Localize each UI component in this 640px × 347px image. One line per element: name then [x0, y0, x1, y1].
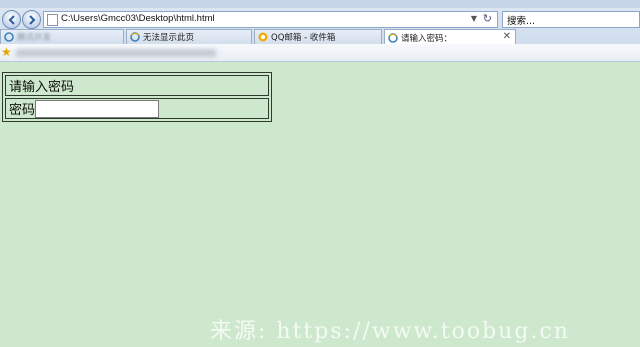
password-input[interactable]	[35, 99, 160, 118]
tab-3[interactable]: 请输入密码： ✕	[384, 29, 516, 45]
refresh-icon[interactable]: ↻	[483, 12, 492, 25]
table-row: 请输入密码	[5, 75, 269, 96]
search-box[interactable]: 搜索...	[502, 11, 640, 28]
forward-button[interactable]	[22, 10, 41, 29]
close-icon[interactable]: ✕	[503, 31, 511, 42]
tab-0[interactable]: 腾讯开发	[0, 29, 124, 44]
tab-2[interactable]: QQ邮箱 - 收件箱	[254, 29, 382, 44]
arrow-right-icon	[28, 14, 35, 25]
ie-icon	[130, 32, 140, 42]
watermark-text: 来源: https://www.toobug.cn	[210, 319, 570, 344]
tab-strip: 腾讯开发 无法显示此页 QQ邮箱 - 收件箱 请输入密码： ✕	[0, 29, 640, 45]
tab-1[interactable]: 无法显示此页	[126, 29, 252, 44]
back-button[interactable]	[2, 10, 21, 29]
favorites-star-icon[interactable]: ★	[1, 45, 12, 59]
favorites-bar: ★	[0, 44, 640, 62]
ie-icon	[388, 32, 398, 43]
page-icon	[47, 14, 58, 26]
table-row: 密码	[5, 98, 269, 119]
password-cell: 密码	[5, 98, 269, 119]
password-label: 密码	[9, 103, 36, 118]
tab-label: 腾讯开发	[17, 33, 52, 43]
address-bar[interactable]: C:\Users\Gmcc03\Desktop\html.html ▼ ↻	[43, 11, 498, 28]
tab-label: 请输入密码：	[401, 33, 453, 44]
search-placeholder: 搜索...	[507, 16, 536, 27]
title-cell: 请输入密码	[5, 75, 269, 96]
password-table: 请输入密码 密码	[2, 72, 272, 122]
page-content: 请输入密码 密码	[0, 62, 640, 347]
favorites-items	[16, 49, 216, 57]
title-strip	[0, 0, 640, 8]
address-text: C:\Users\Gmcc03\Desktop\html.html	[61, 13, 215, 24]
tab-label: QQ邮箱 - 收件箱	[271, 33, 336, 43]
chevron-down-icon[interactable]: ▼	[471, 14, 477, 23]
qq-mail-icon	[258, 32, 268, 42]
browser-chrome: C:\Users\Gmcc03\Desktop\html.html ▼ ↻ 搜索…	[0, 0, 640, 62]
tab-label: 无法显示此页	[143, 33, 195, 43]
arrow-left-icon	[8, 14, 15, 25]
ie-icon	[4, 32, 14, 42]
